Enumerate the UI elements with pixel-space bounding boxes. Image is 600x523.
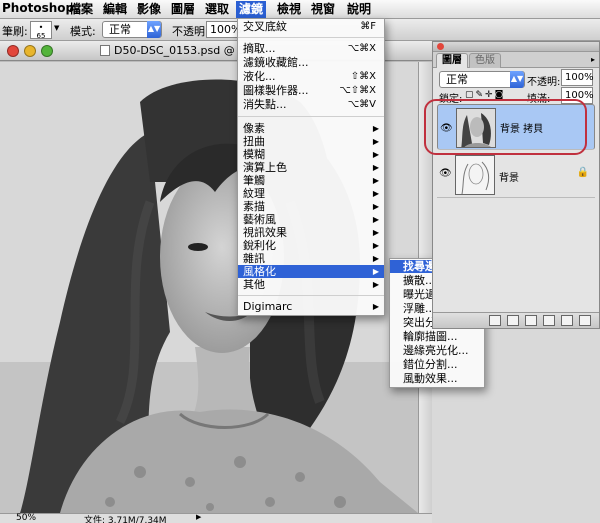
select-arrows-icon: ▲▼ [510,71,524,88]
menu-separator [238,37,384,38]
menu-item-texture[interactable]: 紋理 ▶ [238,187,384,200]
menu-layer[interactable]: 圖層 [168,1,198,18]
tab-layers[interactable]: 圖層 [436,53,468,68]
menu-item-video[interactable]: 視訊效果 ▶ [238,226,384,239]
layers-panel: 圖層 色版 ▸ 正常 ▲▼ 不透明: 100% 鎖定: ▢✎✛◙ 填滿: 100… [432,41,600,329]
menu-edit[interactable]: 編輯 [100,1,130,18]
mode-select[interactable]: 正常 ▲▼ [102,21,162,38]
adjustment-layer-button[interactable] [543,315,555,326]
submenu-arrow-icon: ▶ [372,254,379,263]
document-icon [100,45,110,56]
menu-file[interactable]: 檔案 [66,1,96,18]
submenu-arrow-icon: ▶ [372,150,379,159]
menu-item-vanishing-point[interactable]: 消失點... ⌥⌘V [238,98,384,111]
menu-filter[interactable]: 濾鏡 [236,1,267,18]
submenu-arrow-icon: ▶ [372,189,379,198]
panel-title-bar[interactable] [433,42,599,52]
mode-label: 模式: [70,25,96,38]
brush-size: 65 [36,32,46,40]
submenu-arrow-icon: ▶ [372,202,379,211]
layer-thumbnail [455,155,495,195]
submenu-item-glowing-edges[interactable]: 邊緣亮光化... [390,344,484,357]
menu-help[interactable]: 說明 [344,1,374,18]
callout-highlight [424,99,587,155]
submenu-arrow-icon: ▶ [372,228,379,237]
file-size-info: 文件: 3.71M/7.34M [84,516,167,523]
panel-menu-icon[interactable]: ▸ [591,55,595,64]
opacity-label: 不透明: [172,25,209,38]
new-layer-button[interactable] [561,315,573,326]
submenu-arrow-icon: ▶ [372,137,379,146]
menu-separator [238,116,384,117]
opacity-field[interactable]: 100% [206,21,241,38]
menu-item-blur[interactable]: 模糊 ▶ [238,148,384,161]
menu-item-artistic[interactable]: 藝術風 ▶ [238,213,384,226]
lock-icon: 🔒 [576,167,589,178]
close-panel-button[interactable] [437,43,444,50]
mode-value: 正常 [109,23,131,36]
menu-item-digimarc[interactable]: Digimarc ▶ [238,300,384,313]
layer-row-background[interactable]: 👁 背景 🔒 [437,152,595,198]
menu-item-distort[interactable]: 扭曲 ▶ [238,135,384,148]
submenu-arrow-icon: ▶ [372,267,379,276]
layer-mask-button[interactable] [525,315,537,326]
link-layers-button[interactable] [489,315,501,326]
brush-label: 筆刷: [2,25,28,38]
zoom-window-button[interactable] [41,45,53,57]
status-arrow-icon[interactable]: ▶ [196,513,201,521]
status-bar: 50% 文件: 3.71M/7.34M ▶ [0,513,432,523]
menu-view[interactable]: 檢視 [274,1,304,18]
minimize-window-button[interactable] [24,45,36,57]
submenu-arrow-icon: ▶ [372,302,379,311]
menu-item-other[interactable]: 其他 ▶ [238,278,384,291]
close-window-button[interactable] [7,45,19,57]
menu-separator [238,295,384,296]
menu-image[interactable]: 影像 [134,1,164,18]
submenu-item-tiles[interactable]: 錯位分割... [390,358,484,371]
brush-dot-icon: • [38,23,44,32]
submenu-arrow-icon: ▶ [372,124,379,133]
zoom-level[interactable]: 50% [16,513,36,523]
submenu-item-wind[interactable]: 風動效果... [390,372,484,385]
eye-icon[interactable]: 👁 [439,168,452,180]
submenu-arrow-icon: ▶ [372,163,379,172]
menu-bar: Photoshop 檔案 編輯 影像 圖層 選取 濾鏡 檢視 視窗 說明 [0,0,600,19]
menu-item-sharpen[interactable]: 銳利化 ▶ [238,239,384,252]
chevron-down-icon[interactable]: ▼ [54,24,59,32]
brush-preset-picker[interactable]: • 65 [30,21,52,40]
select-arrows-icon: ▲▼ [147,21,161,38]
menu-window[interactable]: 視窗 [308,1,338,18]
submenu-arrow-icon: ▶ [372,215,379,224]
panel-tabs: 圖層 色版 ▸ [433,52,599,68]
app-menu[interactable]: Photoshop [2,1,74,15]
menu-item-extract[interactable]: 摘取... ⌥⌘X [238,42,384,55]
layer-style-button[interactable] [507,315,519,326]
menu-item-liquify[interactable]: 液化... ⇧⌘X [238,70,384,83]
panel-opacity-field[interactable]: 100% [561,69,594,86]
panel-button-bar [433,312,599,328]
menu-item-last-filter[interactable]: 交叉底紋 ⌘F [238,20,384,33]
submenu-item-trace-contour[interactable]: 輪廓描圖... [390,330,484,343]
menu-item-sketch[interactable]: 素描 ▶ [238,200,384,213]
menu-item-brush-strokes[interactable]: 筆觸 ▶ [238,174,384,187]
menu-select[interactable]: 選取 [202,1,232,18]
blend-mode-select[interactable]: 正常 ▲▼ [439,71,525,88]
menu-item-noise[interactable]: 雜訊 ▶ [238,252,384,265]
tab-channels[interactable]: 色版 [469,53,501,68]
panel-opacity-label: 不透明: [527,77,561,88]
menu-item-pixelate[interactable]: 像素 ▶ [238,122,384,135]
menu-item-stylize[interactable]: 風格化 ▶ [238,265,384,278]
menu-item-render[interactable]: 演算上色 ▶ [238,161,384,174]
trash-icon[interactable] [579,315,591,326]
submenu-arrow-icon: ▶ [372,241,379,250]
submenu-arrow-icon: ▶ [372,280,379,289]
submenu-arrow-icon: ▶ [372,176,379,185]
menu-item-pattern-maker[interactable]: 圖樣製作器... ⌥⇧⌘X [238,84,384,97]
menu-item-filter-gallery[interactable]: 濾鏡收藏館... [238,56,384,69]
thumbnail-image [456,156,494,194]
layer-name: 背景 [499,173,519,184]
filter-menu: 交叉底紋 ⌘F 摘取... ⌥⌘X 濾鏡收藏館... 液化... ⇧⌘X 圖樣製… [237,18,385,316]
